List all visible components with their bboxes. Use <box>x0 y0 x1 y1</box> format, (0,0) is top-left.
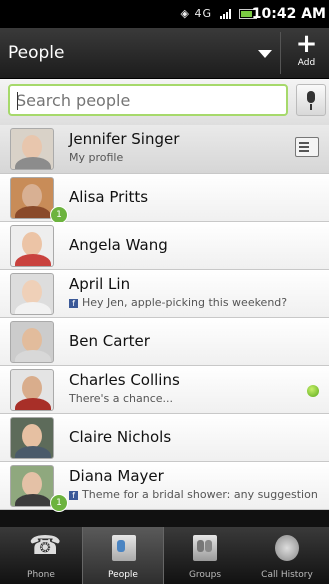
chevron-down-icon[interactable] <box>258 50 272 58</box>
avatar-face <box>22 328 42 352</box>
contact-status: My profile <box>69 151 123 164</box>
tab-label: Groups <box>188 570 222 580</box>
add-contact-button[interactable]: + Add <box>284 30 329 76</box>
contact-name: Jennifer Singer <box>69 130 180 148</box>
avatar[interactable] <box>10 273 54 315</box>
status-time: 10:42 AM <box>251 6 326 22</box>
page-title[interactable]: People <box>8 43 64 63</box>
microphone-icon <box>307 91 315 103</box>
tab-label: Call History <box>261 570 313 580</box>
avatar[interactable] <box>10 465 54 507</box>
avatar-face <box>22 184 42 208</box>
vcard-icon[interactable] <box>295 137 319 157</box>
contact-row[interactable]: 1 Diana Mayer f Theme for a bridal shower: … <box>0 462 329 512</box>
avatar-body <box>15 446 51 458</box>
contact-name: Diana Mayer <box>69 467 164 485</box>
search-box[interactable] <box>8 84 288 116</box>
contact-name: Angela Wang <box>69 236 168 254</box>
avatar-body <box>15 302 51 314</box>
signal-icon <box>219 9 231 19</box>
contact-list: Jennifer Singer My profile 1 Alisa Pritts An… <box>0 125 329 512</box>
bottom-tab-bar: Phone People Groups Call History <box>0 527 329 584</box>
contact-row[interactable]: Claire Nichols <box>0 414 329 462</box>
tab-people[interactable]: People <box>82 527 164 584</box>
avatar-face <box>22 280 42 304</box>
phone-icon <box>29 531 61 561</box>
search-row <box>0 79 329 125</box>
facebook-icon: f <box>69 298 78 308</box>
contact-status: f Theme for a bridal shower: any suggesti… <box>69 488 318 501</box>
avatar[interactable] <box>10 321 54 363</box>
contact-status-text: There's a chance... <box>69 392 174 405</box>
divider <box>280 32 281 74</box>
contact-status: f Hey Jen, apple-picking this weekend? <box>69 296 287 309</box>
contact-row[interactable]: Angela Wang <box>0 222 329 270</box>
contact-row[interactable]: Charles Collins There's a chance... <box>0 366 329 414</box>
plus-icon: + <box>295 29 318 59</box>
contact-name: Ben Carter <box>69 332 150 350</box>
avatar-body <box>15 398 51 410</box>
tab-groups[interactable]: Groups <box>164 527 246 584</box>
online-status-icon <box>307 385 319 397</box>
add-label: Add <box>297 58 316 68</box>
avatar-body <box>15 206 51 218</box>
microphone-stand <box>310 104 312 110</box>
avatar-face <box>22 135 42 159</box>
contact-name: Charles Collins <box>69 371 180 389</box>
contact-row[interactable]: April Lin f Hey Jen, apple-picking this we… <box>0 270 329 318</box>
avatar[interactable] <box>10 369 54 411</box>
avatar-body <box>15 350 51 362</box>
status-bar: ◈ 4G 10:42 AM <box>0 0 329 28</box>
avatar[interactable] <box>10 417 54 459</box>
tab-label: People <box>108 570 138 580</box>
contact-row[interactable]: 1 Alisa Pritts <box>0 174 329 224</box>
tab-phone[interactable]: Phone <box>0 527 82 584</box>
search-input[interactable] <box>10 86 282 115</box>
tab-call-history[interactable]: Call History <box>246 527 328 584</box>
title-bar: People + Add <box>0 28 329 79</box>
status-icons: ◈ 4G <box>180 7 257 20</box>
avatar-face <box>22 472 42 496</box>
my-profile-row[interactable]: Jennifer Singer My profile <box>0 125 329 174</box>
contact-row[interactable]: Ben Carter <box>0 318 329 366</box>
notification-badge: 1 <box>50 494 68 512</box>
people-icon <box>112 535 136 561</box>
contact-status-text: Theme for a bridal shower: any suggestio… <box>82 488 318 501</box>
avatar-body <box>15 494 51 506</box>
avatar-face <box>22 232 42 256</box>
tab-label: Phone <box>27 570 55 580</box>
avatar-face <box>22 376 42 400</box>
gps-icon: ◈ <box>180 7 190 20</box>
groups-icon <box>193 535 217 561</box>
call-history-icon <box>275 535 299 561</box>
contact-status-text: Hey Jen, apple-picking this weekend? <box>82 296 288 309</box>
contact-name: Alisa Pritts <box>69 188 149 206</box>
avatar[interactable] <box>10 128 54 170</box>
avatar[interactable] <box>10 225 54 267</box>
contact-name: Claire Nichols <box>69 428 172 446</box>
contact-status-text: My profile <box>69 151 124 164</box>
contact-name: April Lin <box>69 275 131 293</box>
avatar[interactable] <box>10 177 54 219</box>
avatar-face <box>22 424 42 448</box>
facebook-icon: f <box>69 490 78 500</box>
network-type: 4G <box>194 7 212 20</box>
avatar-body <box>15 254 51 266</box>
text-cursor <box>17 92 18 110</box>
contact-status: There's a chance... <box>69 392 173 405</box>
avatar-body <box>15 157 51 169</box>
voice-search-button[interactable] <box>296 84 326 116</box>
